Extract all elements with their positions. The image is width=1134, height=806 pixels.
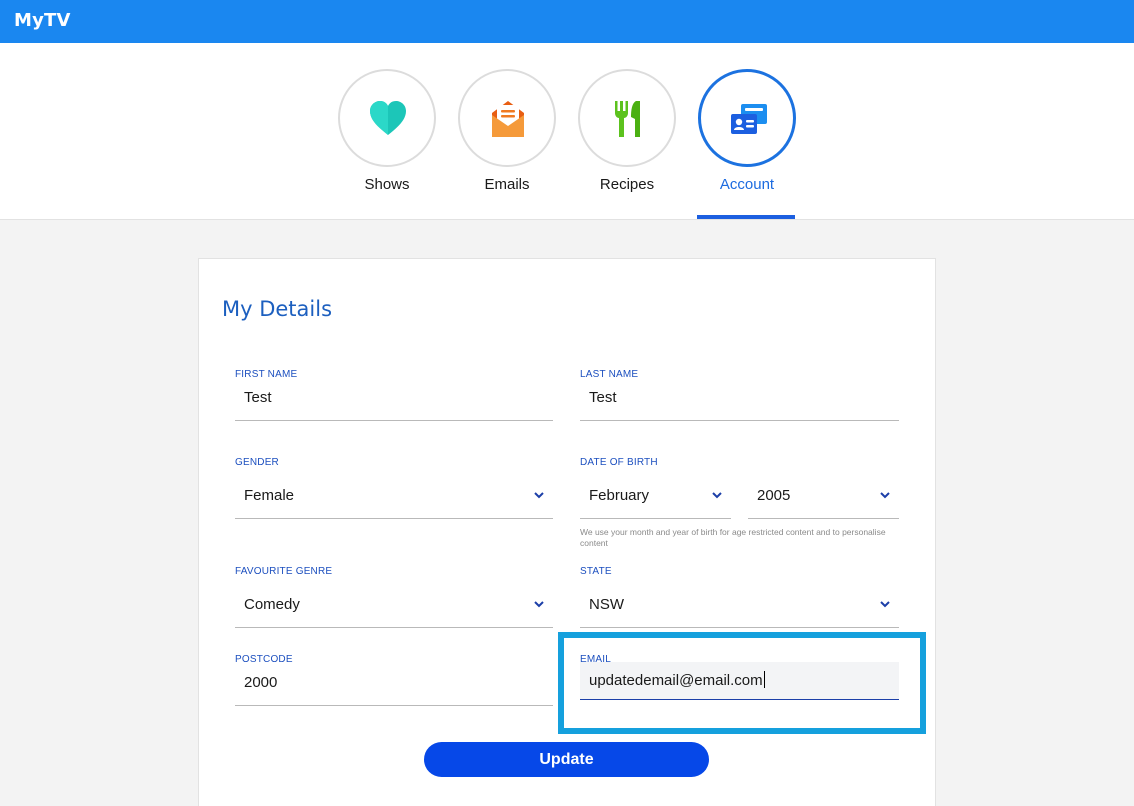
- gender-field: GENDER Female: [235, 457, 553, 519]
- chevron-down-icon: [880, 492, 890, 499]
- field-value: Test: [244, 389, 272, 406]
- app-title[interactable]: MyTV: [14, 10, 71, 31]
- nav-label: Account: [719, 176, 775, 193]
- active-tab-underline: [697, 215, 795, 219]
- genre-select[interactable]: Comedy: [235, 584, 553, 628]
- field-value: 2005: [757, 487, 791, 504]
- dob-year-select[interactable]: 2005: [748, 475, 899, 519]
- field-value: February: [589, 487, 650, 504]
- state-field: STATE NSW: [580, 566, 899, 628]
- first-name-field: FIRST NAME Test: [235, 369, 553, 431]
- nav-label: Recipes: [599, 176, 655, 193]
- field-label: GENDER: [235, 457, 279, 468]
- update-button[interactable]: Update: [424, 742, 709, 777]
- dob-field: DATE OF BIRTH February 2005: [580, 457, 899, 519]
- nav-circle: [338, 69, 436, 167]
- field-value: Test: [589, 389, 617, 406]
- state-select[interactable]: NSW: [580, 584, 899, 628]
- email-focus-highlight: [558, 632, 926, 734]
- top-bar: MyTV: [0, 0, 1134, 43]
- nav-label: Shows: [364, 176, 410, 193]
- field-value: Female: [244, 487, 295, 504]
- nav-circle: [578, 69, 676, 167]
- chevron-down-icon: [880, 601, 890, 608]
- postcode-field: POSTCODE 2000: [235, 654, 553, 716]
- utensils-icon: [615, 101, 640, 137]
- heart-icon: [370, 101, 406, 135]
- chevron-down-icon: [534, 492, 544, 499]
- last-name-field: LAST NAME Test: [580, 369, 899, 431]
- dob-month-select[interactable]: February: [580, 475, 731, 519]
- gender-select[interactable]: Female: [235, 475, 553, 519]
- chevron-down-icon: [534, 601, 544, 608]
- envelope-icon: [492, 101, 524, 137]
- field-value: Comedy: [244, 596, 300, 613]
- chevron-down-icon: [712, 492, 722, 499]
- field-label: FAVOURITE GENRE: [235, 566, 333, 577]
- last-name-input[interactable]: Test: [580, 377, 899, 421]
- field-value: 2000: [244, 674, 278, 691]
- field-label: STATE: [580, 566, 612, 577]
- nav-item-shows[interactable]: Shows: [337, 69, 437, 219]
- id-card-icon: [731, 104, 767, 134]
- genre-field: FAVOURITE GENRE Comedy: [235, 566, 553, 628]
- nav-circle: [458, 69, 556, 167]
- section-nav: Shows Emails Recipes Account: [0, 43, 1134, 220]
- nav-label: Emails: [484, 176, 530, 193]
- dob-hint: We use your month and year of birth for …: [580, 527, 886, 548]
- nav-circle: [698, 69, 796, 167]
- postcode-input[interactable]: 2000: [235, 662, 553, 706]
- nav-item-account[interactable]: Account: [697, 69, 797, 219]
- field-label: DATE OF BIRTH: [580, 457, 658, 468]
- card-title: My Details: [222, 297, 333, 321]
- nav-item-emails[interactable]: Emails: [457, 69, 557, 219]
- nav-item-recipes[interactable]: Recipes: [577, 69, 677, 219]
- field-value: NSW: [589, 596, 624, 613]
- first-name-input[interactable]: Test: [235, 377, 553, 421]
